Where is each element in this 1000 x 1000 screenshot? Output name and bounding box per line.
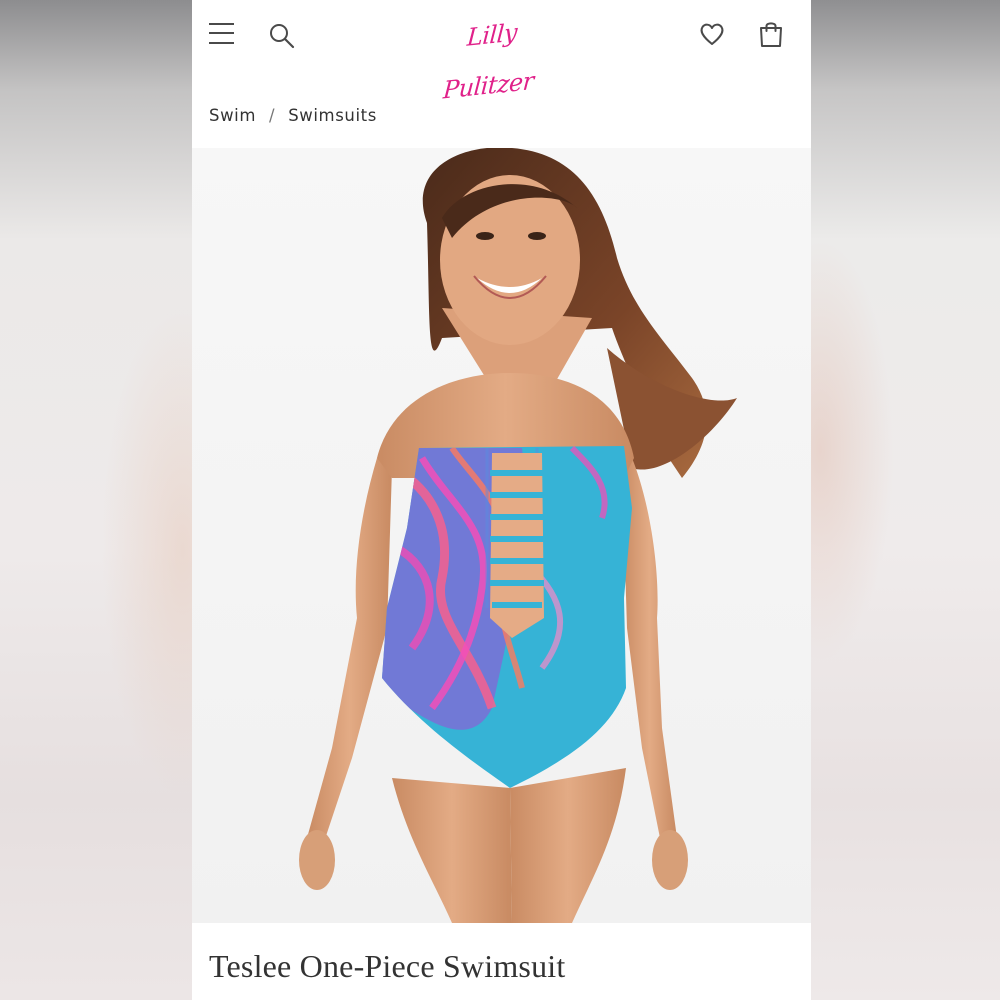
heart-icon[interactable]: [698, 20, 726, 48]
site-header: Lilly Pulitzer: [192, 0, 811, 105]
breadcrumb: Swim / Swimsuits: [209, 102, 377, 128]
breadcrumb-separator: /: [269, 105, 276, 125]
breadcrumb-link-swimsuits[interactable]: Swimsuits: [288, 106, 377, 125]
search-icon[interactable]: [268, 22, 296, 50]
product-image[interactable]: [192, 148, 811, 923]
blurred-background-right: [811, 0, 1000, 1000]
shopping-bag-icon[interactable]: [757, 19, 785, 49]
hamburger-menu-icon[interactable]: [209, 22, 235, 46]
brand-logo[interactable]: Lilly Pulitzer: [431, 3, 554, 104]
breadcrumb-link-swim[interactable]: Swim: [209, 106, 256, 125]
mobile-page: Lilly Pulitzer Swim / Swimsuits Teslee O…: [192, 0, 811, 1000]
product-title: Teslee One-Piece Swimsuit: [209, 948, 566, 984]
blurred-background-left: [0, 0, 192, 1000]
